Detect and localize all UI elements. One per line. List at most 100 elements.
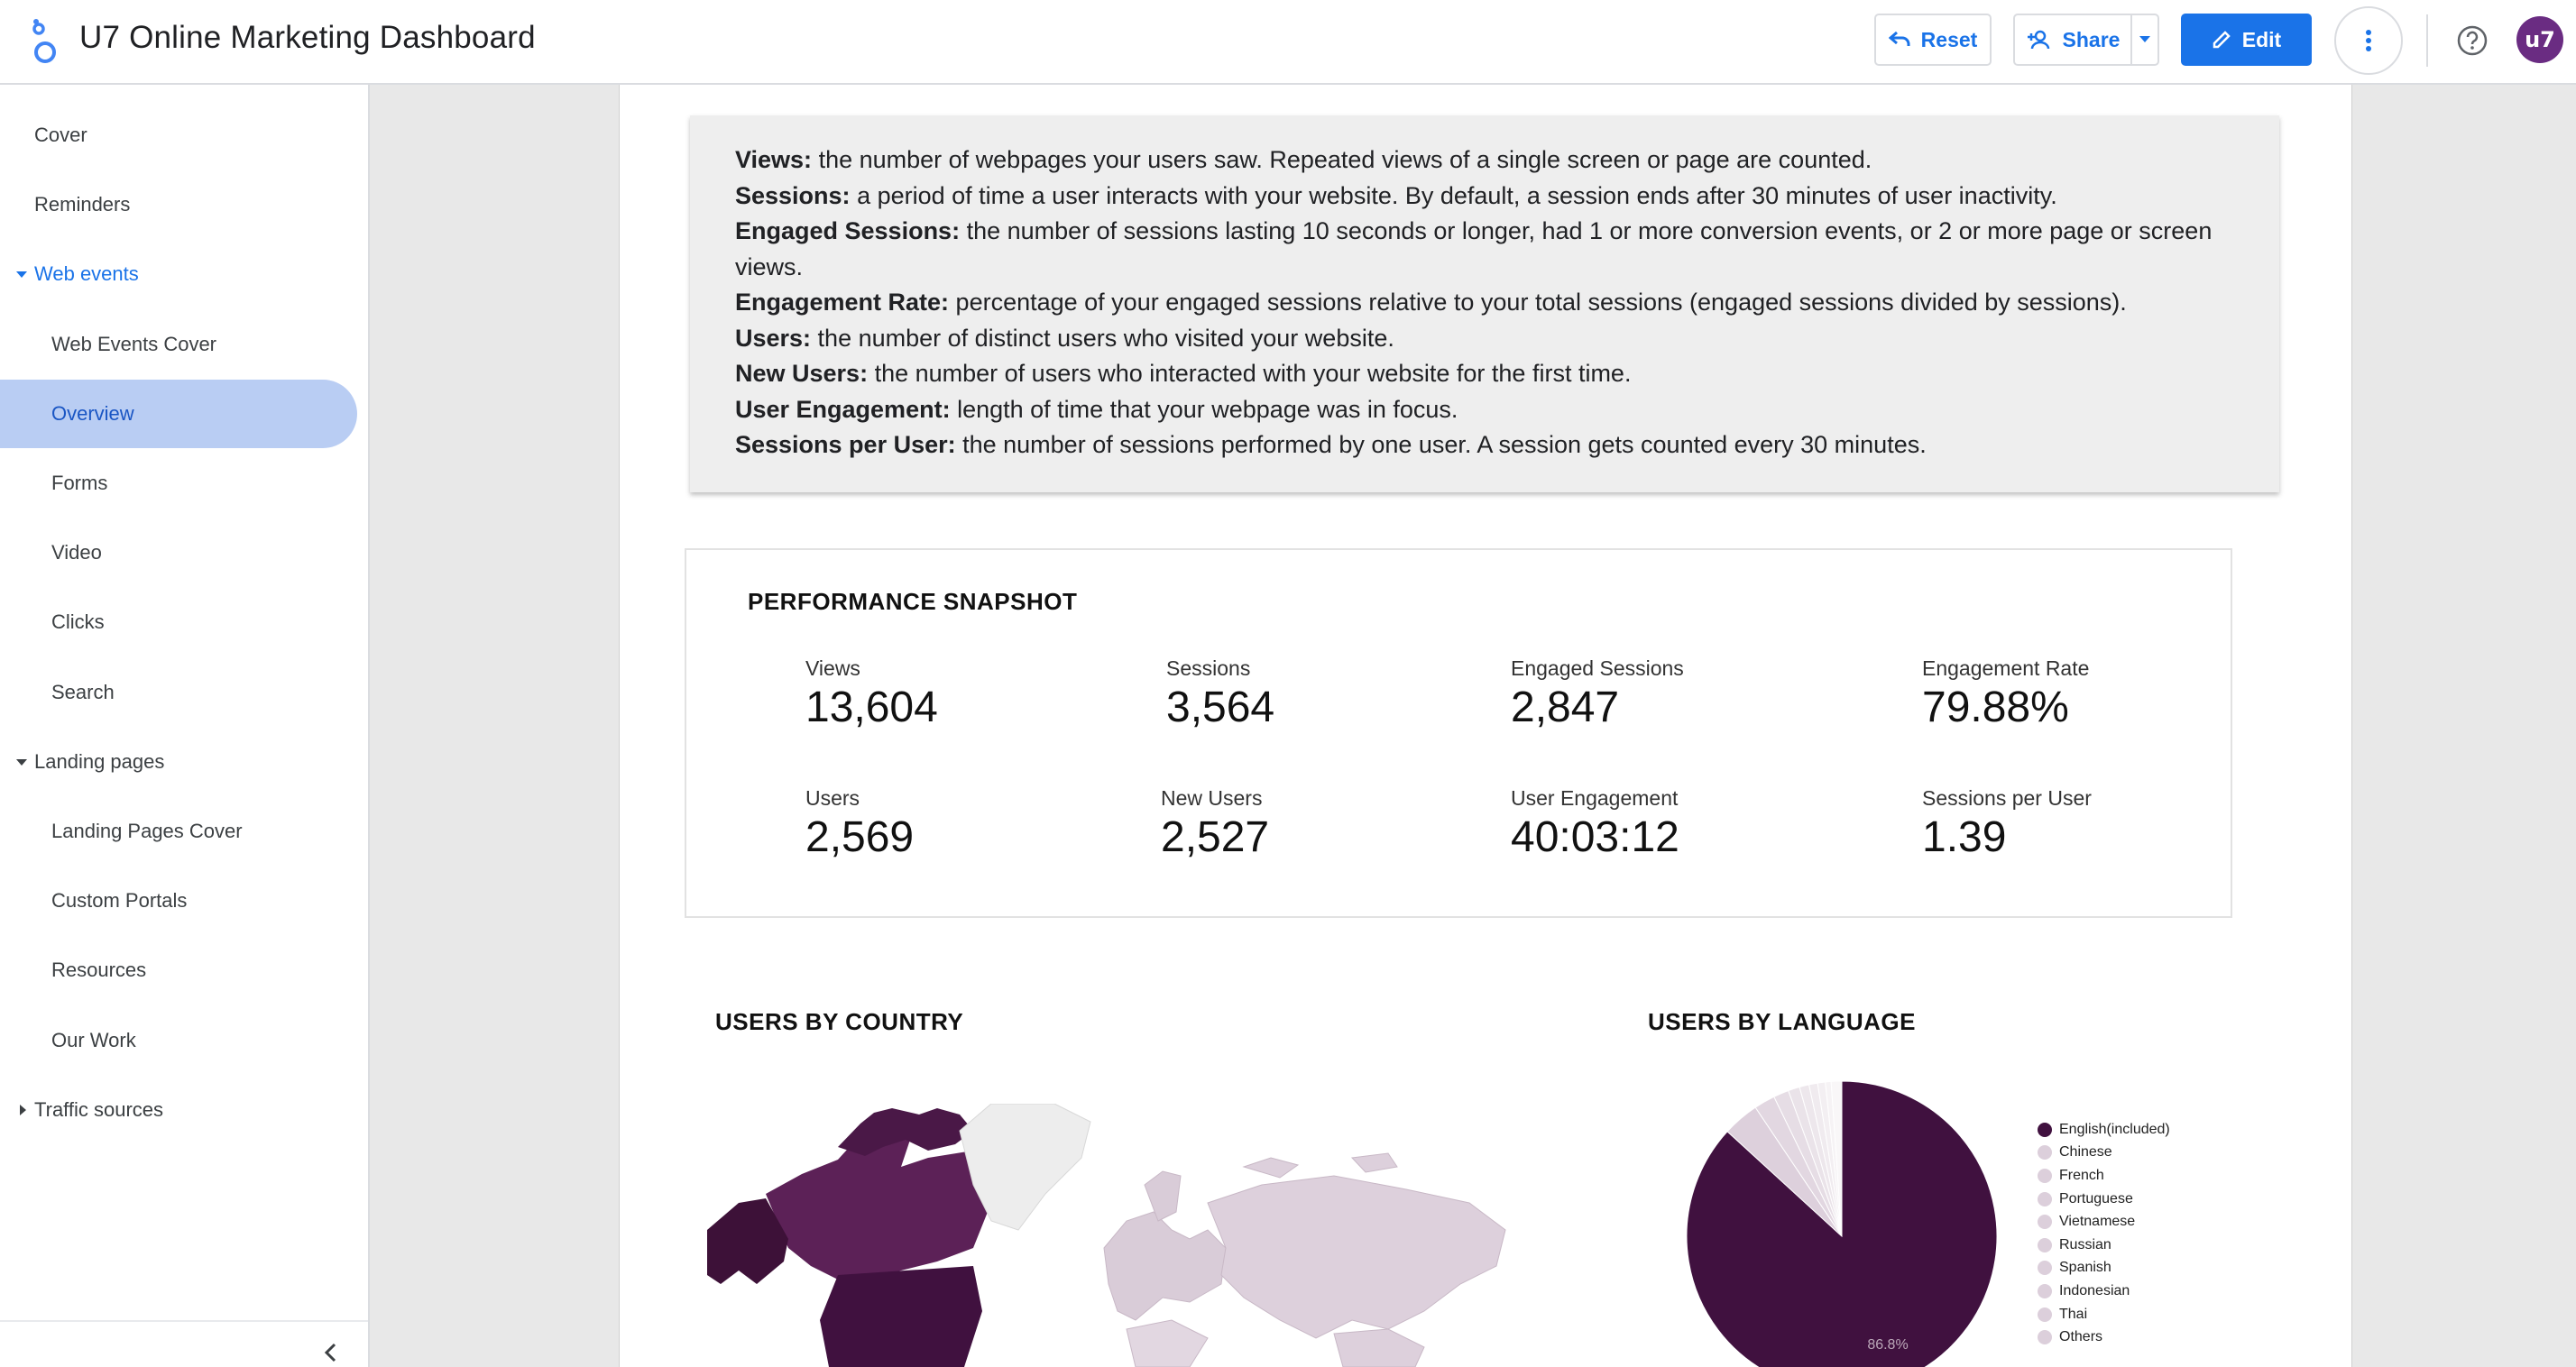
sidebar-item-traffic-sources[interactable]: Traffic sources <box>0 1076 357 1144</box>
definition-line: Users: the number of distinct users who … <box>735 321 2234 357</box>
sidebar-item-our-work[interactable]: Our Work <box>0 1006 357 1075</box>
definition-term: Sessions per User: <box>735 431 956 458</box>
account-avatar[interactable]: u7 <box>2516 16 2563 63</box>
sidebar-item-label: Clicks <box>51 610 105 634</box>
sidebar-item-overview[interactable]: Overview <box>0 379 357 448</box>
sidebar-item-search[interactable]: Search <box>0 658 357 727</box>
legend-item[interactable]: French <box>2038 1164 2272 1188</box>
legend-item[interactable]: English(included) <box>2038 1118 2272 1142</box>
definition-line: User Engagement: length of time that you… <box>735 392 2234 428</box>
sidebar-item-web-events-cover[interactable]: Web Events Cover <box>0 310 357 379</box>
sidebar-item-label: Video <box>51 541 102 564</box>
map-region-russia-asia <box>1207 1175 1506 1339</box>
legend-swatch <box>2038 1122 2052 1137</box>
legend-item[interactable]: Chinese <box>2038 1142 2272 1165</box>
definition-term: Users: <box>735 324 812 352</box>
sidebar-item-custom-portals[interactable]: Custom Portals <box>0 867 357 935</box>
avatar-text: u7 <box>2525 27 2555 52</box>
collapse-sidebar-chevron-icon[interactable] <box>320 1342 342 1363</box>
definition-line: Engaged Sessions: the number of sessions… <box>735 214 2234 285</box>
scorecard-new-users[interactable]: New Users 2,527 <box>1161 786 1269 862</box>
sidebar-item-label: Cover <box>34 124 87 146</box>
sidebar-item-label: Reminders <box>34 193 131 216</box>
sidebar-item-landing-pages[interactable]: Landing pages <box>0 728 357 796</box>
legend-item[interactable]: Spanish <box>2038 1257 2272 1280</box>
sidebar-item-cover[interactable]: Cover <box>0 101 357 170</box>
legend-item[interactable]: Russian <box>2038 1234 2272 1257</box>
report-title: U7 Online Marketing Dashboard <box>79 20 536 55</box>
pie-slice-label-english: 86.8% <box>1867 1337 1908 1353</box>
scorecard-value: 2,527 <box>1161 813 1270 861</box>
scorecard-engaged-sessions[interactable]: Engaged Sessions 2,847 <box>1511 656 1684 732</box>
scorecard-users[interactable]: Users 2,569 <box>805 786 914 862</box>
sidebar-item-label: Web Events Cover <box>51 332 217 355</box>
undo-icon <box>1888 31 1910 46</box>
expand-right-icon <box>20 1104 26 1115</box>
sidebar-item-resources[interactable]: Resources <box>0 936 357 1005</box>
expand-more-icon <box>16 758 27 766</box>
vertical-dots-icon <box>2366 30 2371 51</box>
scorecard-label: User Engagement <box>1511 786 1679 810</box>
legend-label: Others <box>2059 1329 2103 1345</box>
expand-more-icon <box>16 271 27 279</box>
scorecard-value: 2,569 <box>805 813 915 861</box>
sidebar-item-label: Landing pages <box>34 749 165 773</box>
sidebar-item-clicks[interactable]: Clicks <box>0 588 357 656</box>
looker-studio-logo-icon <box>32 19 56 63</box>
scorecard-label: Sessions per User <box>1922 786 2092 810</box>
scorecard-label: Views <box>805 656 860 680</box>
legend-swatch <box>2038 1215 2052 1230</box>
legend-label: French <box>2059 1167 2104 1183</box>
scorecard-value: 13,604 <box>805 684 938 731</box>
help-button[interactable] <box>2452 20 2493 61</box>
legend-label: Portuguese <box>2059 1190 2133 1206</box>
sidebar-item-video[interactable]: Video <box>0 518 357 587</box>
scorecard-engagement-rate[interactable]: Engagement Rate 79.88% <box>1922 656 2089 732</box>
sidebar-item-label: Traffic sources <box>34 1097 164 1121</box>
pencil-icon <box>2213 31 2231 49</box>
edit-button[interactable]: Edit <box>2181 14 2312 66</box>
sidebar-item-landing-pages-cover[interactable]: Landing Pages Cover <box>0 797 357 866</box>
share-options-dropdown[interactable] <box>2130 14 2159 66</box>
scorecard-label: Sessions <box>1166 656 1251 680</box>
definition-term: New Users: <box>735 360 869 387</box>
sidebar-item-label: Forms <box>51 472 108 494</box>
legend-label: Spanish <box>2059 1260 2111 1276</box>
sidebar-item-label: Search <box>51 680 115 703</box>
legend-swatch <box>2038 1237 2052 1252</box>
scorecard-value: 2,847 <box>1511 684 1620 731</box>
legend-item[interactable]: Thai <box>2038 1303 2272 1326</box>
legend-label: Russian <box>2059 1236 2111 1252</box>
definition-text: a period of time a user interacts with y… <box>850 181 2057 209</box>
person-add-icon <box>2027 30 2049 50</box>
scorecard-label: Engaged Sessions <box>1511 656 1684 680</box>
top-app-bar: U7 Online Marketing Dashboard Reset Shar… <box>0 0 2576 85</box>
reset-button[interactable]: Reset <box>1874 14 1992 66</box>
users-by-country-geo-map[interactable] <box>703 1104 1514 1367</box>
sidebar-item-web-events[interactable]: Web events <box>0 240 357 308</box>
legend-item[interactable]: Portuguese <box>2038 1188 2272 1211</box>
sidebar-item-forms[interactable]: Forms <box>0 449 357 518</box>
scorecard-sessions[interactable]: Sessions 3,564 <box>1166 656 1274 732</box>
legend-item[interactable]: Indonesian <box>2038 1280 2272 1303</box>
sidebar-item-label: Landing Pages Cover <box>51 820 243 842</box>
more-options-button[interactable] <box>2334 6 2403 75</box>
caret-down-icon <box>2139 36 2150 42</box>
scorecard-sessions-per-user[interactable]: Sessions per User 1.39 <box>1922 786 2092 862</box>
definition-text: the number of webpages your users saw. R… <box>812 146 1872 173</box>
definition-text: the number of sessions performed by one … <box>955 431 1927 458</box>
share-button-label: Share <box>2062 27 2121 51</box>
legend-label: Chinese <box>2059 1144 2112 1161</box>
scorecard-label: Users <box>805 786 860 810</box>
sidebar-item-reminders[interactable]: Reminders <box>0 170 357 239</box>
scorecard-user-engagement[interactable]: User Engagement 40:03:12 <box>1511 786 1679 862</box>
performance-snapshot-card: PERFORMANCE SNAPSHOT Views 13,604 Sessions… <box>685 548 2232 918</box>
share-button[interactable]: Share <box>2013 14 2131 66</box>
definition-term: User Engagement: <box>735 395 951 423</box>
definition-text: length of time that your webpage was in … <box>950 395 1458 423</box>
legend-item[interactable]: Vietnamese <box>2038 1210 2272 1234</box>
scorecard-views[interactable]: Views 13,604 <box>805 656 938 732</box>
definition-line: Engagement Rate: percentage of your enga… <box>735 285 2234 321</box>
legend-item[interactable]: Others <box>2038 1326 2272 1349</box>
users-by-language-pie-chart[interactable]: 86.8% <box>1679 1073 2003 1367</box>
